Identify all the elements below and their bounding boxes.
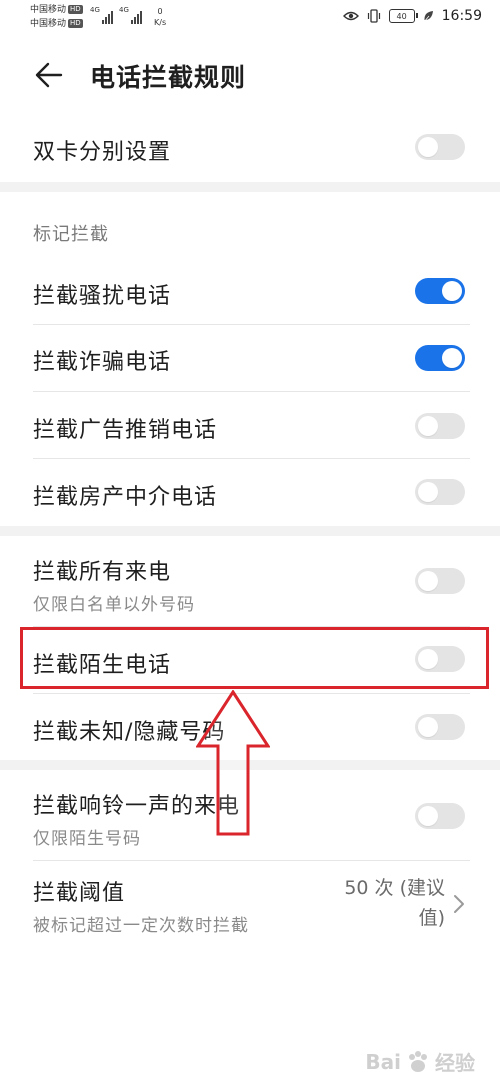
carrier-2: 中国移动 HD (30, 18, 83, 30)
setting-label: 拦截广告推销电话 (33, 418, 218, 443)
setting-row-all-calls[interactable]: 拦截所有来电 仅限白名单以外号码 (0, 540, 500, 626)
clock: 16:59 (441, 8, 482, 24)
setting-row-fraud[interactable]: 拦截诈骗电话 (0, 325, 500, 391)
setting-row-threshold[interactable]: 拦截阈值 被标记超过一定次数时拦截 50 次 (建议 值) (0, 861, 500, 947)
setting-label: 双卡分别设置 (33, 140, 172, 165)
setting-row-harassment[interactable]: 拦截骚扰电话 (0, 258, 500, 324)
hd-badge: HD (68, 5, 83, 14)
threshold-value-line-2: 值) (418, 907, 445, 929)
harassment-toggle[interactable] (415, 278, 465, 304)
baidu-watermark: Bai 经验 (365, 1047, 475, 1076)
section-divider (0, 182, 500, 192)
baidu-paw-logo-icon (409, 1050, 427, 1072)
signal-icons: 4G 4G (90, 6, 142, 24)
setting-sublabel: 仅限白名单以外号码 (33, 595, 195, 615)
eye-comfort-icon (342, 11, 359, 21)
advertising-toggle[interactable] (415, 413, 465, 439)
signal-strength-icon: 4G (119, 6, 142, 24)
setting-row-advertising[interactable]: 拦截广告推销电话 (0, 392, 500, 458)
chevron-right-icon (454, 895, 464, 913)
all-calls-toggle[interactable] (415, 568, 465, 594)
network-speed: 0 K/s (154, 6, 166, 28)
section-header-mark-block: 标记拦截 (33, 224, 109, 245)
threshold-value-line-1: 50 次 (建议 (344, 877, 445, 899)
arrow-up-annotation-icon (196, 690, 270, 836)
power-saving-leaf-icon (423, 10, 433, 22)
fraud-toggle[interactable] (415, 345, 465, 371)
signal-strength-icon: 4G (90, 6, 113, 24)
section-divider (0, 526, 500, 536)
unknown-hidden-toggle[interactable] (415, 714, 465, 740)
setting-label: 拦截所有来电 (33, 560, 172, 585)
battery-level: 40 (396, 11, 407, 21)
network-type: 4G (119, 6, 129, 14)
speed-value: 0 (157, 7, 163, 16)
highlight-box-annotation (20, 627, 489, 689)
hd-badge: HD (68, 19, 83, 28)
network-type: 4G (90, 6, 100, 14)
back-arrow-icon[interactable] (35, 62, 63, 88)
speed-unit: K/s (154, 18, 167, 27)
setting-row-dual-sim[interactable]: 双卡分别设置 (0, 120, 500, 178)
watermark-text: 经验 (435, 1051, 475, 1075)
carrier-2-label: 中国移动 (30, 19, 67, 29)
carrier-1-label: 中国移动 (30, 5, 67, 15)
page-title: 电话拦截规则 (90, 63, 247, 92)
battery-icon: 40 (388, 9, 418, 23)
setting-label: 拦截阈值 (33, 881, 126, 906)
setting-label: 拦截骚扰电话 (33, 284, 172, 309)
real-estate-toggle[interactable] (415, 479, 465, 505)
setting-label: 拦截诈骗电话 (33, 350, 172, 375)
vibrate-icon (367, 9, 380, 23)
watermark-brand: Bai (365, 1049, 401, 1074)
setting-sublabel: 仅限陌生号码 (33, 829, 141, 849)
setting-label: 拦截房产中介电话 (33, 485, 218, 510)
dual-sim-toggle[interactable] (415, 134, 465, 160)
status-bar: 中国移动 HD 中国移动 HD 4G 4G 0 K/s 40 16:59 (0, 0, 500, 36)
title-bar: 电话拦截规则 (0, 50, 500, 100)
setting-row-real-estate[interactable]: 拦截房产中介电话 (0, 459, 500, 525)
one-ring-toggle[interactable] (415, 803, 465, 829)
threshold-value: 50 次 (建议 值) (315, 873, 445, 933)
setting-sublabel: 被标记超过一定次数时拦截 (33, 916, 249, 936)
status-right: 40 16:59 (342, 8, 482, 24)
carrier-1: 中国移动 HD (30, 4, 83, 16)
